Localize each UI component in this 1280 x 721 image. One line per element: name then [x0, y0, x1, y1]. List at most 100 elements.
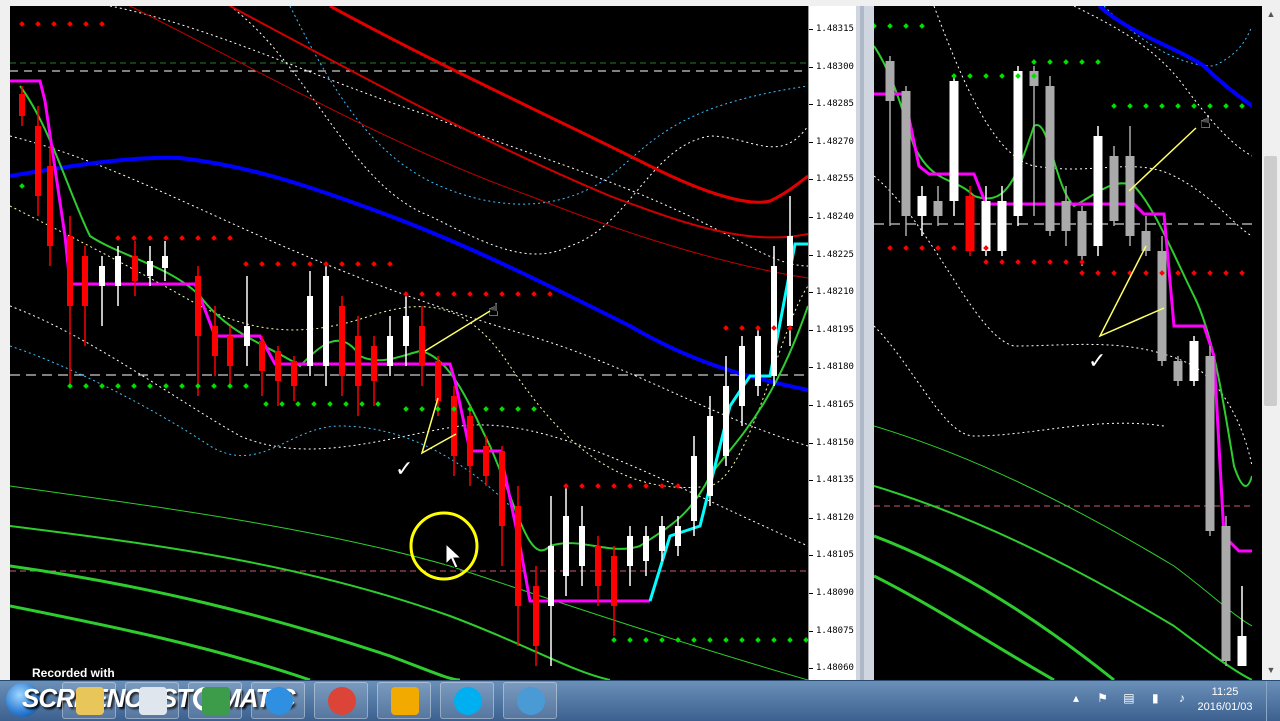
candle-body	[901, 91, 911, 216]
ma-blue	[1097, 6, 1252, 108]
candle-body	[755, 336, 761, 386]
sar-dot	[903, 245, 909, 251]
show-desktop-button[interactable]	[1266, 681, 1280, 721]
price-tick-label: 1.48210	[809, 287, 854, 298]
candle-body	[1141, 231, 1151, 251]
chart-secondary-canvas: ✓ ☝	[874, 6, 1252, 680]
sar-dot	[227, 235, 233, 241]
chart-main[interactable]: ✓ ☝ Recorded with	[10, 6, 808, 680]
candle-body	[1173, 361, 1183, 381]
sar-dot	[99, 383, 105, 389]
sar-dot	[983, 259, 989, 265]
sar-dot	[147, 235, 153, 241]
sar-dot	[451, 291, 457, 297]
taskbar-app-screencast-recorder[interactable]	[125, 682, 179, 719]
candle-body	[307, 296, 313, 366]
sar-dot	[1079, 270, 1085, 276]
sar-dot	[1191, 270, 1197, 276]
candle-body	[227, 336, 233, 366]
sar-dot	[1031, 259, 1037, 265]
candle-body	[1093, 136, 1103, 246]
ma-green-thick	[10, 564, 461, 680]
splitter-bar[interactable]	[860, 6, 864, 680]
hand-pointer-icon: ☝	[488, 300, 499, 321]
candle-body	[115, 256, 121, 286]
sar-dot	[483, 291, 489, 297]
candle-body	[579, 526, 585, 566]
annotation-line	[1128, 127, 1197, 192]
sar-dot	[787, 637, 793, 643]
band-line	[1103, 6, 1252, 67]
taskbar-app-web-browser-ie[interactable]	[251, 682, 305, 719]
candle-body	[195, 276, 201, 336]
signal-green	[19, 85, 808, 552]
sar-dot	[579, 483, 585, 489]
sar-dot	[627, 637, 633, 643]
clock[interactable]: 11:25 2016/01/03	[1190, 685, 1260, 715]
sar-dot	[1031, 59, 1037, 65]
sar-dot	[403, 406, 409, 412]
vertical-scrollbar[interactable]: ▲ ▼	[1262, 6, 1280, 680]
candle-body	[787, 236, 793, 326]
price-tick-label: 1.48255	[809, 174, 854, 185]
candle-body	[965, 196, 975, 251]
candle-body	[1109, 156, 1119, 221]
candle-body	[212, 326, 218, 356]
sar-dot	[387, 261, 393, 267]
volume-icon[interactable]: ♪	[1174, 690, 1190, 706]
taskbar-app-media-app[interactable]	[503, 682, 557, 719]
candle-body	[339, 306, 345, 376]
candle-body	[259, 341, 265, 371]
window-splitter[interactable]	[856, 6, 874, 680]
taskbar-app-skype[interactable]	[440, 682, 494, 719]
sar-dot	[595, 483, 601, 489]
taskbar-app-spreadsheet[interactable]	[188, 682, 242, 719]
signal-icon[interactable]: ▮	[1147, 690, 1163, 706]
flag-icon[interactable]: ⚑	[1094, 690, 1110, 706]
candle-body	[499, 451, 505, 526]
price-tick-label: 1.48225	[809, 249, 854, 260]
skype-icon	[454, 687, 482, 715]
candle-body	[291, 361, 297, 386]
sar-dot	[1143, 270, 1149, 276]
scroll-down-icon[interactable]: ▼	[1262, 662, 1280, 678]
show-hidden-icons-icon[interactable]: ▴	[1068, 690, 1084, 706]
sar-dot	[515, 406, 521, 412]
sar-dot	[1175, 270, 1181, 276]
price-tick-label: 1.48075	[809, 625, 854, 636]
sar-dot	[1063, 59, 1069, 65]
taskbar-app-chrome[interactable]	[314, 682, 368, 719]
scroll-up-icon[interactable]: ▲	[1262, 6, 1280, 22]
price-tick-label: 1.48180	[809, 362, 854, 373]
candle-body	[515, 506, 521, 606]
taskbar: SCREENCAST MATIC ▴ ⚑ ▤ ▮ ♪ 11:25 2016/01/…	[0, 680, 1280, 721]
sar-dot	[1207, 103, 1213, 109]
sar-dot	[1047, 59, 1053, 65]
sar-dot	[999, 73, 1005, 79]
taskbar-app-outlook[interactable]	[377, 682, 431, 719]
price-tick-label: 1.48285	[809, 99, 854, 110]
sar-dot	[563, 483, 569, 489]
sar-dot	[643, 637, 649, 643]
annotation-line	[1098, 245, 1165, 338]
sar-dot	[1095, 59, 1101, 65]
candle-body	[162, 256, 168, 268]
sar-dot	[343, 401, 349, 407]
sar-dot	[1207, 270, 1213, 276]
sar-dot	[259, 261, 265, 267]
taskbar-app-file-explorer[interactable]	[62, 682, 116, 719]
scroll-thumb[interactable]	[1264, 156, 1277, 406]
signal-magenta	[874, 92, 1252, 553]
sar-dot	[375, 401, 381, 407]
price-tick-label: 1.48105	[809, 550, 854, 561]
candle-body	[691, 456, 697, 521]
candle-body	[675, 526, 681, 546]
network-icon[interactable]: ▤	[1121, 690, 1137, 706]
sar-dot	[83, 21, 89, 27]
chart-secondary[interactable]: ✓ ☝	[874, 6, 1252, 680]
price-tick-label: 1.48135	[809, 475, 854, 486]
candle-body	[419, 326, 425, 366]
candle-body	[771, 266, 777, 376]
ma-green-thin	[874, 425, 1252, 627]
candle-body	[1221, 526, 1231, 661]
